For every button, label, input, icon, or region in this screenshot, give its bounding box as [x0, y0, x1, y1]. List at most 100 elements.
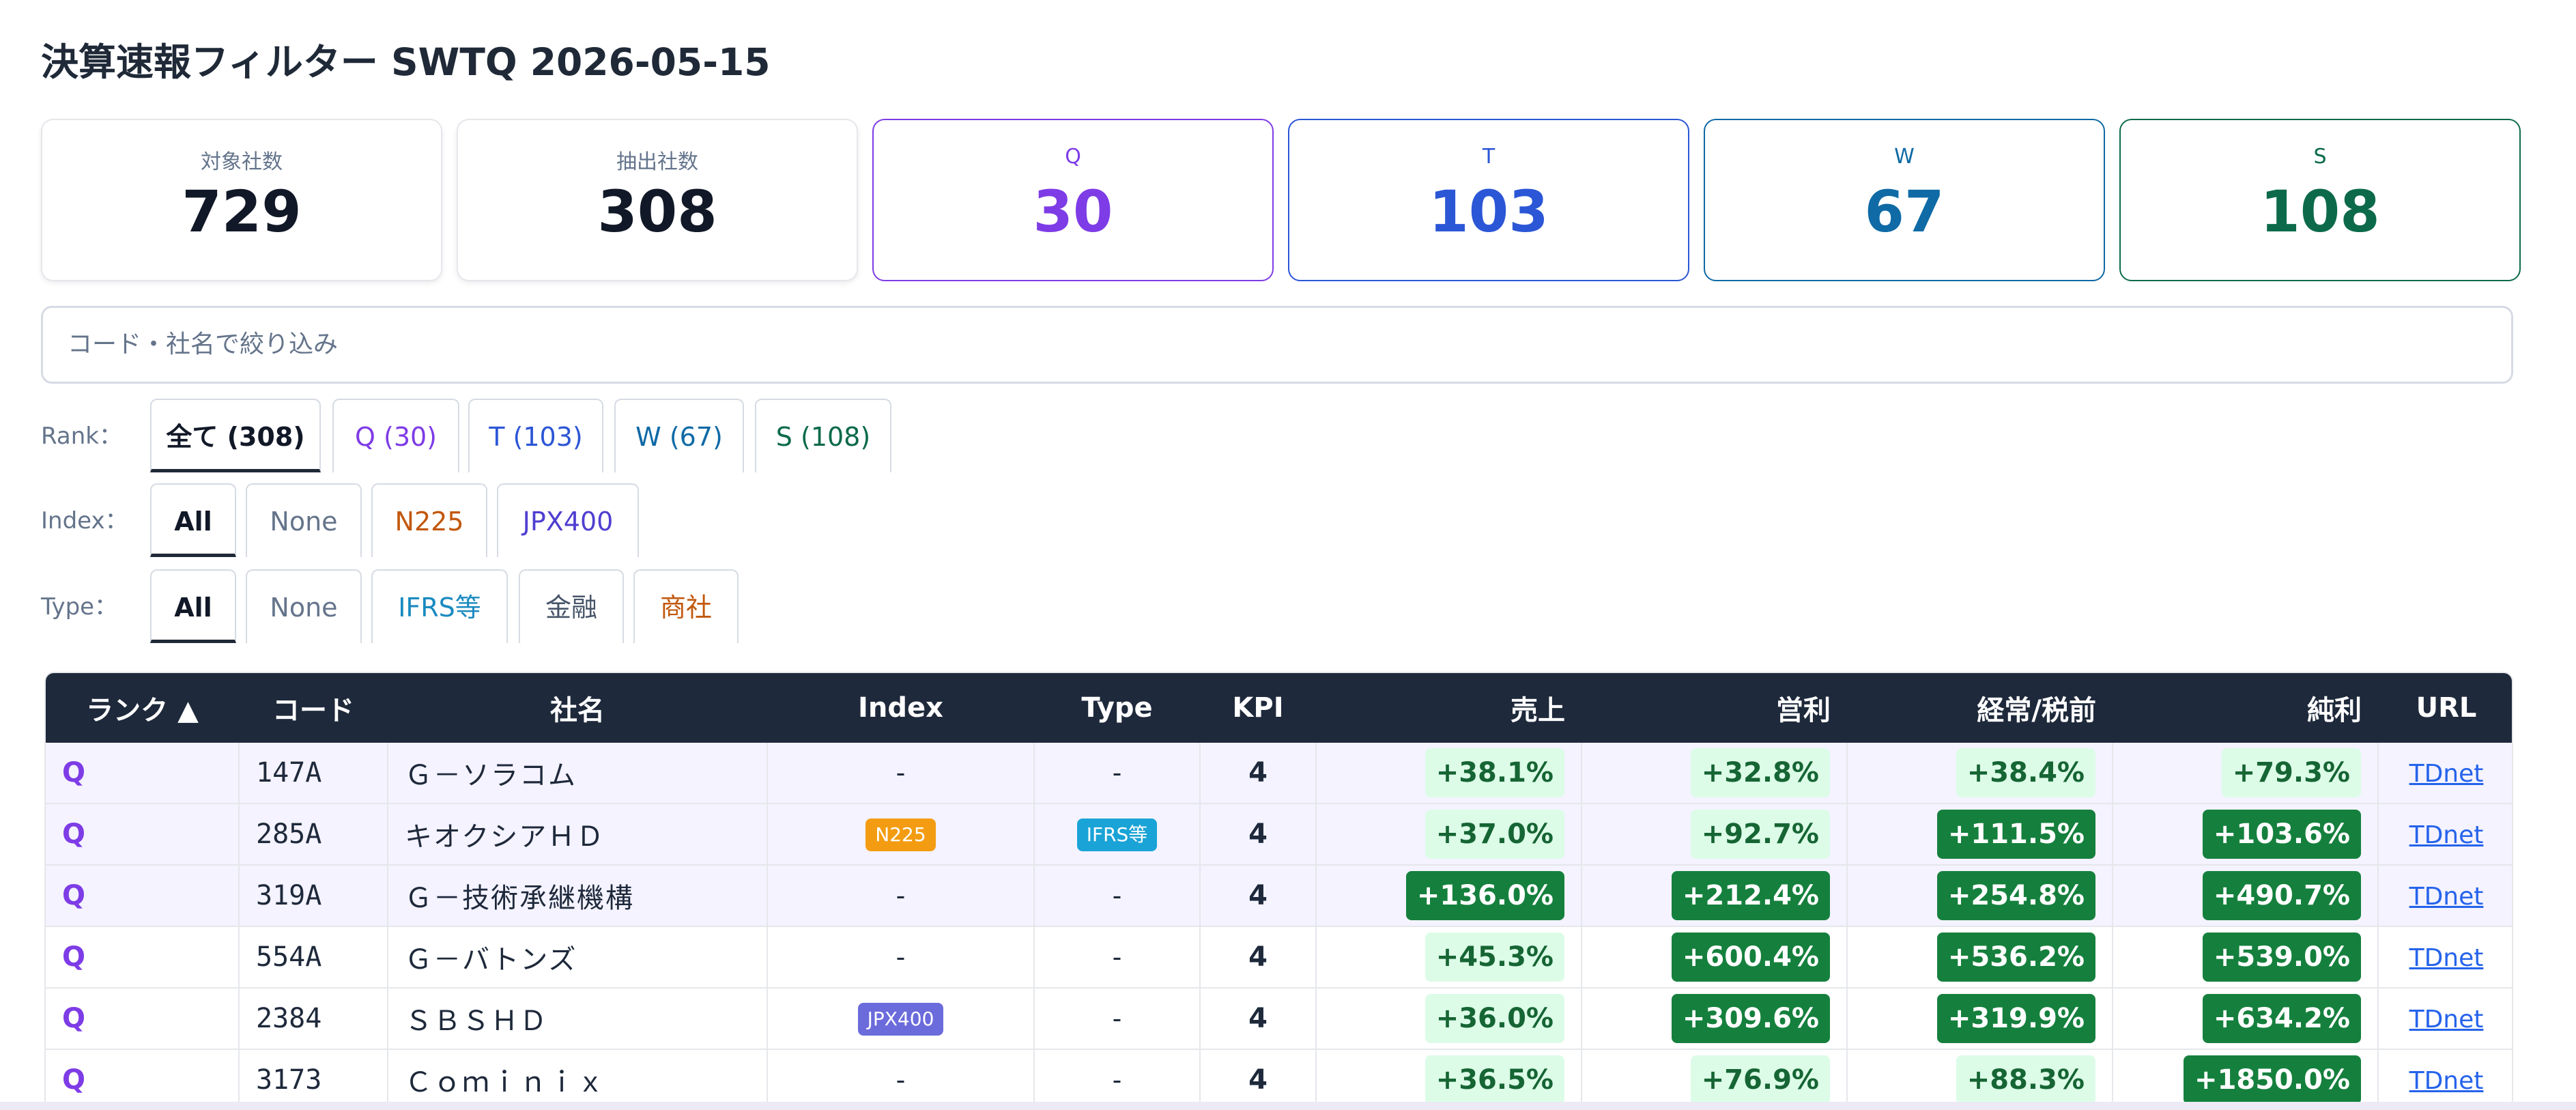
- code-cell: 319A: [239, 865, 388, 927]
- col-rank-header[interactable]: ランク ▲: [46, 673, 239, 743]
- net-growth: +103.6%: [2202, 810, 2361, 859]
- net-growth: +79.3%: [2221, 748, 2361, 797]
- col-net-header[interactable]: 純利: [2113, 673, 2378, 743]
- net-growth: +490.7%: [2202, 871, 2361, 920]
- op-growth: +76.9%: [1690, 1055, 1830, 1105]
- sales-growth: +38.1%: [1425, 748, 1564, 797]
- op-growth: +212.4%: [1671, 871, 1830, 920]
- type-cell: -: [1034, 743, 1201, 804]
- tdnet-link[interactable]: TDnet: [2409, 821, 2484, 849]
- type-filter: Type： All None IFRS等 金融 商社: [41, 569, 1406, 644]
- code-cell: 554A: [239, 926, 388, 988]
- index-cell: -: [767, 865, 1035, 927]
- col-sales-header[interactable]: 売上: [1316, 673, 1582, 743]
- card-label: T: [1482, 145, 1495, 169]
- index-option-jpx400[interactable]: JPX400: [497, 483, 639, 557]
- rank-option-all[interactable]: 全て (308): [150, 399, 321, 472]
- col-kpi-header[interactable]: KPI: [1200, 673, 1316, 743]
- index-cell: -: [767, 1049, 1035, 1109]
- kpi-cell: 4: [1200, 926, 1317, 988]
- net-growth: +1850.0%: [2184, 1055, 2361, 1105]
- net-growth: +634.2%: [2202, 994, 2361, 1043]
- index-option-none[interactable]: None: [246, 483, 362, 557]
- card-value: 308: [597, 178, 717, 245]
- card-value: 108: [2260, 178, 2380, 245]
- rank-option-t[interactable]: T (103): [468, 399, 603, 472]
- table-row: Q 147A Ｇ－ソラコム - - 4 +38.1% +32.8% +38.4%…: [46, 743, 2512, 804]
- sales-growth: +36.5%: [1425, 1055, 1564, 1105]
- col-ord-header[interactable]: 経常/税前: [1847, 673, 2113, 743]
- card-rank-w[interactable]: W 67: [1704, 119, 2105, 281]
- search-input[interactable]: コード・社名で絞り込み: [41, 306, 2513, 384]
- sales-growth: +136.0%: [1405, 871, 1564, 920]
- rank-cell: Q: [46, 865, 240, 927]
- ifrs-badge: IFRS等: [1076, 819, 1158, 851]
- card-label: S: [2313, 145, 2327, 169]
- tdnet-link[interactable]: TDnet: [2409, 944, 2484, 972]
- card-value: 729: [182, 178, 302, 245]
- name-cell: Ｇ－技術承継機構: [388, 865, 768, 927]
- rank-option-s[interactable]: S (108): [755, 399, 891, 472]
- col-type-header[interactable]: Type: [1034, 673, 1200, 743]
- index-cell: -: [767, 926, 1035, 988]
- ord-growth: +88.3%: [1956, 1055, 2095, 1105]
- type-option-ifrs[interactable]: IFRS等: [371, 569, 508, 643]
- ord-growth: +38.4%: [1956, 748, 2095, 797]
- jpx400-badge: JPX400: [857, 1003, 944, 1036]
- code-cell: 2384: [239, 988, 388, 1050]
- rank-cell: Q: [46, 803, 240, 866]
- index-option-all[interactable]: All: [150, 483, 236, 557]
- card-rank-t[interactable]: T 103: [1288, 119, 1689, 281]
- kpi-cell: 4: [1200, 1049, 1317, 1109]
- rank-filter: Rank： 全て (308) Q (30) T (103) W (67) S (…: [41, 399, 1406, 474]
- col-name-header[interactable]: 社名: [388, 673, 767, 743]
- scroll-edge: [0, 1102, 2576, 1110]
- table-row: Q 285A キオクシアＨＤ N225 IFRS等 4 +37.0% +92.7…: [46, 803, 2512, 866]
- index-option-n225[interactable]: N225: [371, 483, 487, 557]
- op-growth: +92.7%: [1690, 810, 1830, 859]
- table-row: Q 3173 Ｃｏｍｉｎｉｘ - - 4 +36.5% +76.9% +88.3…: [46, 1049, 2512, 1109]
- op-growth: +600.4%: [1671, 933, 1830, 982]
- code-cell: 285A: [239, 803, 388, 866]
- card-rank-s[interactable]: S 108: [2119, 119, 2521, 281]
- card-rank-q[interactable]: Q 30: [872, 119, 1274, 281]
- rank-option-q[interactable]: Q (30): [332, 399, 459, 472]
- name-cell: Ｇ－バトンズ: [388, 926, 768, 988]
- table-row: Q 554A Ｇ－バトンズ - - 4 +45.3% +600.4% +536.…: [46, 926, 2512, 988]
- col-index-header[interactable]: Index: [767, 673, 1034, 743]
- type-option-none[interactable]: None: [246, 569, 362, 643]
- type-option-finance[interactable]: 金融: [519, 569, 624, 643]
- type-cell: -: [1034, 988, 1201, 1050]
- sales-growth: +45.3%: [1425, 933, 1564, 982]
- tdnet-link[interactable]: TDnet: [2409, 1006, 2484, 1034]
- name-cell: キオクシアＨＤ: [388, 803, 768, 866]
- tdnet-link[interactable]: TDnet: [2409, 883, 2484, 911]
- type-option-all[interactable]: All: [150, 569, 236, 643]
- code-cell: 147A: [239, 743, 388, 804]
- ord-growth: +319.9%: [1936, 994, 2095, 1043]
- sales-growth: +37.0%: [1425, 810, 1564, 859]
- col-op-header[interactable]: 営利: [1582, 673, 1847, 743]
- card-label: Q: [1065, 145, 1081, 169]
- rank-filter-label: Rank：: [41, 423, 122, 450]
- table-row: Q 2384 ＳＢＳＨＤ JPX400 - 4 +36.0% +309.6% +…: [46, 988, 2512, 1050]
- type-option-trading[interactable]: 商社: [633, 569, 739, 643]
- col-url-header: URL: [2378, 673, 2512, 743]
- index-cell: -: [767, 743, 1035, 804]
- rank-option-w[interactable]: W (67): [614, 399, 744, 472]
- tdnet-link[interactable]: TDnet: [2409, 760, 2484, 788]
- card-value: 103: [1429, 178, 1549, 245]
- col-code-header[interactable]: コード: [239, 673, 388, 743]
- card-label: W: [1894, 145, 1915, 169]
- rank-cell: Q: [46, 1049, 240, 1109]
- tdnet-link[interactable]: TDnet: [2409, 1067, 2484, 1095]
- ord-growth: +111.5%: [1936, 810, 2095, 859]
- results-table: ランク ▲ コード 社名 Index Type KPI 売上 営利 経常/税前 …: [44, 672, 2513, 1110]
- type-cell: -: [1034, 926, 1201, 988]
- type-cell: -: [1034, 865, 1201, 927]
- card-value: 67: [1864, 178, 1945, 245]
- rank-cell: Q: [46, 988, 240, 1050]
- card-target-count: 対象社数 729: [41, 119, 442, 281]
- op-growth: +309.6%: [1671, 994, 1830, 1043]
- n225-badge: N225: [865, 819, 936, 851]
